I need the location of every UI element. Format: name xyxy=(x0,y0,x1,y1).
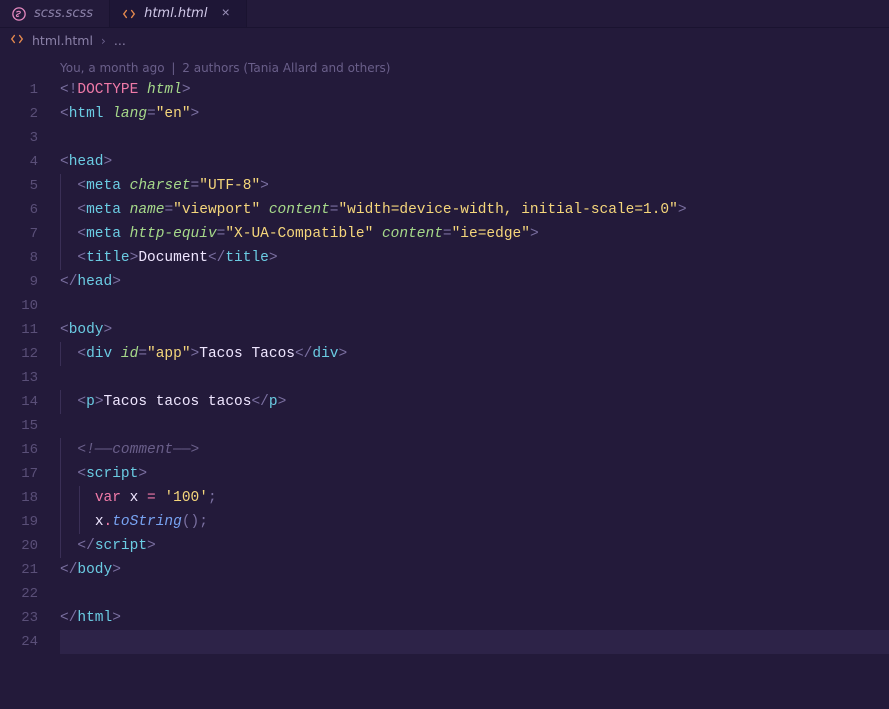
editor[interactable]: 1 2 3 4 5 6 7 8 9 10 11 12 13 14 15 16 1… xyxy=(0,52,889,709)
code-line[interactable]: var x = '100'; xyxy=(60,486,889,510)
line-number: 23 xyxy=(0,606,60,630)
line-gutter: 1 2 3 4 5 6 7 8 9 10 11 12 13 14 15 16 1… xyxy=(0,52,60,709)
line-number: 18 xyxy=(0,486,60,510)
tab-label: scss.scss xyxy=(34,6,93,21)
code-line[interactable] xyxy=(60,630,889,654)
line-number: 2 xyxy=(0,102,60,126)
code-line[interactable] xyxy=(60,126,889,150)
line-number: 14 xyxy=(0,390,60,414)
code-line[interactable] xyxy=(60,366,889,390)
line-number: 11 xyxy=(0,318,60,342)
line-number: 4 xyxy=(0,150,60,174)
code-icon xyxy=(10,32,24,49)
code-line[interactable]: </html> xyxy=(60,606,889,630)
line-number: 24 xyxy=(0,630,60,654)
code-line[interactable]: <title>Document</title> xyxy=(60,246,889,270)
line-number: 13 xyxy=(0,366,60,390)
code-line[interactable]: <html lang="en"> xyxy=(60,102,889,126)
code-line[interactable]: <div id="app">Tacos Tacos</div> xyxy=(60,342,889,366)
line-number: 17 xyxy=(0,462,60,486)
code-line[interactable]: </body> xyxy=(60,558,889,582)
line-number: 9 xyxy=(0,270,60,294)
code-line[interactable]: </script> xyxy=(60,534,889,558)
line-number: 10 xyxy=(0,294,60,318)
tab-label: html.html xyxy=(144,6,207,21)
line-number: 5 xyxy=(0,174,60,198)
tab-scss[interactable]: scss.scss xyxy=(0,0,110,27)
close-icon[interactable]: × xyxy=(221,7,229,21)
chevron-right-icon: › xyxy=(101,33,106,48)
code-line[interactable]: <script> xyxy=(60,462,889,486)
breadcrumb[interactable]: html.html › ... xyxy=(0,28,889,52)
line-number: 16 xyxy=(0,438,60,462)
line-number: 19 xyxy=(0,510,60,534)
code-line[interactable] xyxy=(60,582,889,606)
code-line[interactable]: </head> xyxy=(60,270,889,294)
line-number: 1 xyxy=(0,78,60,102)
line-number: 21 xyxy=(0,558,60,582)
line-number: 15 xyxy=(0,414,60,438)
codelens[interactable]: You, a month ago | 2 authors (Tania Alla… xyxy=(60,58,889,78)
code-line[interactable] xyxy=(60,414,889,438)
breadcrumb-ellipsis: ... xyxy=(114,33,126,48)
line-number: 20 xyxy=(0,534,60,558)
code-icon xyxy=(122,7,136,21)
code-line[interactable]: <meta charset="UTF-8"> xyxy=(60,174,889,198)
line-number: 12 xyxy=(0,342,60,366)
line-number: 6 xyxy=(0,198,60,222)
code-line[interactable]: <meta http-equiv="X-UA-Compatible" conte… xyxy=(60,222,889,246)
code-line[interactable]: <meta name="viewport" content="width=dev… xyxy=(60,198,889,222)
code-area[interactable]: You, a month ago | 2 authors (Tania Alla… xyxy=(60,52,889,709)
breadcrumb-file: html.html xyxy=(32,33,93,48)
line-number: 3 xyxy=(0,126,60,150)
sass-icon xyxy=(12,7,26,21)
code-line[interactable]: <!——comment——> xyxy=(60,438,889,462)
line-number: 8 xyxy=(0,246,60,270)
code-line[interactable]: <head> xyxy=(60,150,889,174)
code-line[interactable]: <!DOCTYPE html> xyxy=(60,78,889,102)
tabs-bar: scss.scss html.html × xyxy=(0,0,889,28)
code-line[interactable]: x.toString(); xyxy=(60,510,889,534)
code-line[interactable]: <p>Tacos tacos tacos</p> xyxy=(60,390,889,414)
code-line[interactable]: <body> xyxy=(60,318,889,342)
tab-html[interactable]: html.html × xyxy=(110,0,247,27)
code-line[interactable] xyxy=(60,294,889,318)
line-number: 7 xyxy=(0,222,60,246)
line-number: 22 xyxy=(0,582,60,606)
